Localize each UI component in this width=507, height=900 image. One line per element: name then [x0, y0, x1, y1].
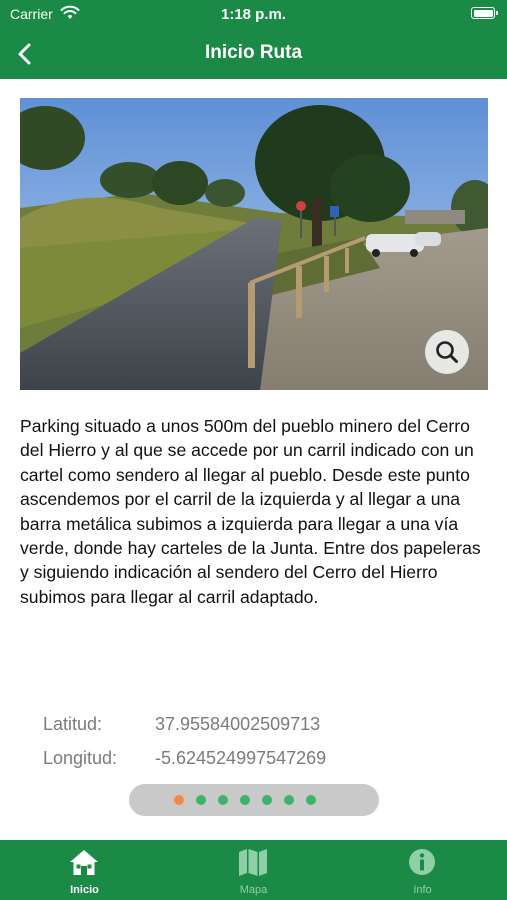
page-dot[interactable] [262, 795, 272, 805]
page-dot[interactable] [306, 795, 316, 805]
tab-mapa-label: Mapa [239, 884, 268, 896]
page-dot[interactable] [174, 795, 184, 805]
tab-info[interactable]: Info [338, 840, 507, 900]
tab-info-label: Info [413, 884, 432, 896]
tab-bar: Inicio Mapa Info [0, 840, 507, 900]
map-icon [239, 849, 267, 876]
tab-inicio-label: Inicio [70, 884, 99, 896]
navigation-bar: Inicio Ruta [0, 30, 507, 79]
info-icon [409, 849, 435, 875]
longitude-label: Longitud: [43, 748, 118, 768]
route-photo-image [20, 98, 488, 390]
route-photo[interactable] [20, 98, 488, 390]
home-icon [70, 850, 98, 875]
status-bar: Carrier 1:18 p.m. [0, 0, 507, 30]
magnifier-icon [436, 341, 458, 363]
longitude-value: -5.624524997547269 [155, 748, 327, 768]
latitude-value: 37.95584002509713 [155, 714, 321, 734]
latitude-label: Latitud: [43, 714, 103, 734]
page-indicator[interactable] [129, 784, 379, 816]
route-description: Parking situado a unos 500m del pueblo m… [20, 416, 481, 607]
page-dot[interactable] [240, 795, 250, 805]
tab-inicio[interactable]: Inicio [0, 840, 169, 900]
page-dot[interactable] [218, 795, 228, 805]
page-title: Inicio Ruta [204, 42, 303, 63]
page-dot[interactable] [196, 795, 206, 805]
status-time: 1:18 p.m. [220, 6, 287, 23]
zoom-button[interactable] [425, 330, 469, 374]
tab-mapa[interactable]: Mapa [169, 840, 338, 900]
page-dot[interactable] [284, 795, 294, 805]
battery-icon [471, 7, 498, 19]
